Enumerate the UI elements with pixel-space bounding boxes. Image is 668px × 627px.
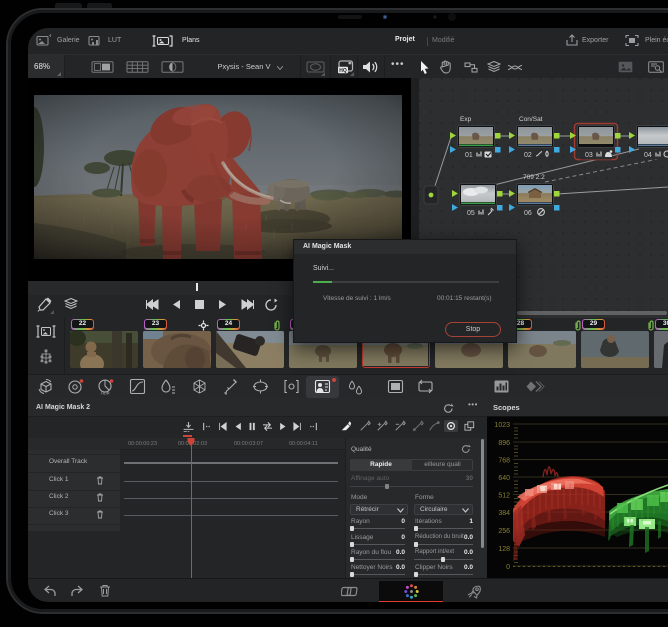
svg-text:0: 0 xyxy=(506,564,510,571)
svg-text:HDR: HDR xyxy=(101,391,110,396)
svg-text:HQ: HQ xyxy=(339,68,347,74)
svg-text:640: 640 xyxy=(498,475,510,482)
svg-text:384: 384 xyxy=(498,510,510,517)
svg-text:1023: 1023 xyxy=(494,422,510,429)
svg-text:512: 512 xyxy=(498,493,510,500)
svg-text:768: 768 xyxy=(498,458,510,465)
svg-text:896: 896 xyxy=(498,440,510,447)
svg-text:128: 128 xyxy=(498,546,510,553)
svg-text:256: 256 xyxy=(498,528,510,535)
